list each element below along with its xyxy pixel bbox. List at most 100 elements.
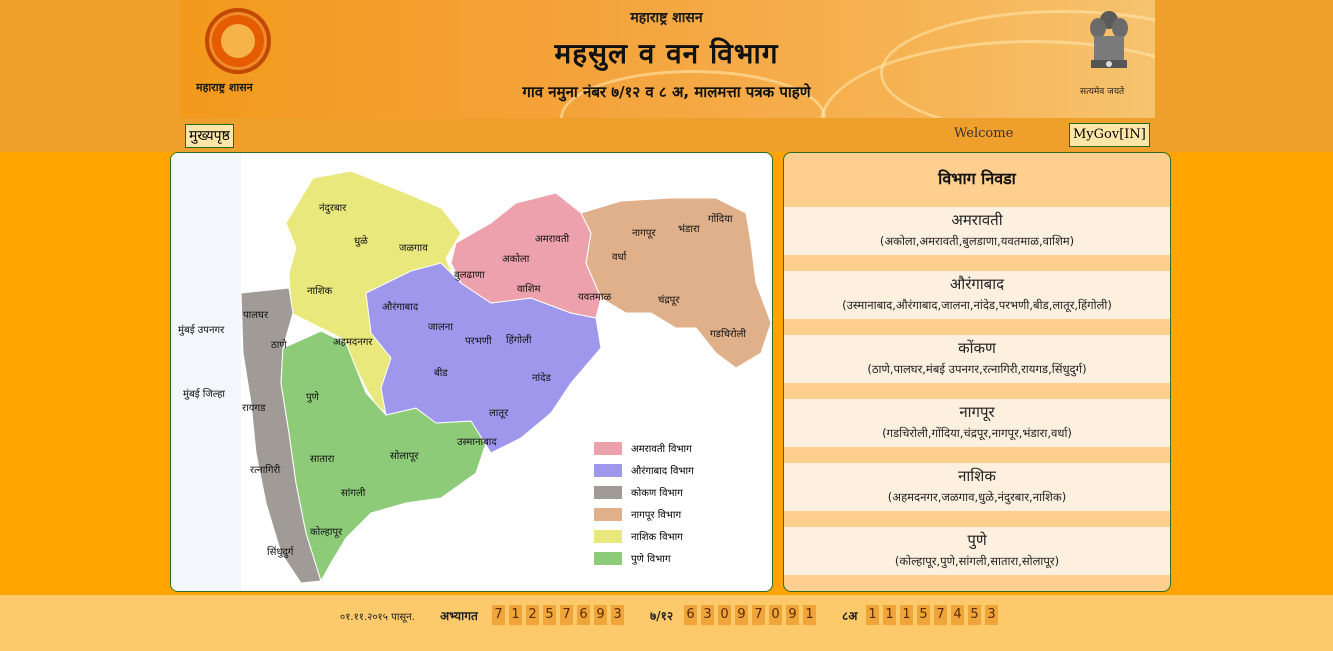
label-aurangabad: औरंगाबाद xyxy=(382,301,419,313)
label-amravati: अमरावती xyxy=(535,233,570,245)
label-palghar: पालघर xyxy=(243,310,269,321)
division-name[interactable]: अमरावती xyxy=(784,210,1170,230)
label-solapur: सोलापूर xyxy=(390,450,419,462)
8a-label: ८अ xyxy=(842,609,858,623)
counter-digit: 1 xyxy=(900,605,913,625)
label-latur: लातूर xyxy=(489,408,509,419)
label-raigad: रायगड xyxy=(242,403,266,414)
label-ahmednagar: अहमदनगर xyxy=(333,337,373,348)
mygov-link[interactable]: MyGov[IN] xyxy=(1069,123,1150,147)
counter-digit: 6 xyxy=(684,605,697,625)
division-name[interactable]: कोंकण xyxy=(784,338,1170,358)
label-washim: वाशिम xyxy=(517,283,542,295)
division-item-aurangabad[interactable]: औरंगाबाद (उस्मानाबाद,औरंगाबाद,जालना,नांद… xyxy=(784,271,1170,319)
label-chandrapur: चंद्रपूर xyxy=(658,294,680,306)
label-hingoli: हिंगोली xyxy=(506,334,532,346)
legend-label-nagpur: नागपूर विभाग xyxy=(631,509,681,521)
visitors-counter: 7 1 2 5 7 6 9 3 xyxy=(492,605,628,625)
home-link[interactable]: मुख्यपृष्ठ xyxy=(185,124,234,148)
label-gadchiroli: गडचिरोली xyxy=(710,328,746,340)
label-jalgaon: जळगाव xyxy=(399,243,428,254)
page-subtitle: गाव नमुना नंबर ७/१२ व ८ अ, मालमत्ता पत्र… xyxy=(522,83,811,101)
counter-digit: 3 xyxy=(701,605,714,625)
counter-digit: 7 xyxy=(492,605,505,625)
label-jalna: जालना xyxy=(428,322,453,333)
legend-swatch-konkan xyxy=(594,486,622,499)
legend-label-nashik: नाशिक विभाग xyxy=(631,531,683,543)
region-nagpur-division xyxy=(580,197,772,369)
counter-digit: 9 xyxy=(594,605,607,625)
legend-label-pune: पुणे विभाग xyxy=(631,553,671,565)
legend-label-amravati: अमरावती विभाग xyxy=(631,443,692,455)
legend-swatch-aurangabad xyxy=(594,464,622,477)
label-akola: अकोला xyxy=(502,253,530,265)
label-yavatmal: यवतमाळ xyxy=(578,292,612,303)
legend-label-aurangabad: औरंगाबाद विभाग xyxy=(631,465,694,477)
counter-digit: 3 xyxy=(985,605,998,625)
division-item-nashik[interactable]: नाशिक (अहमदनगर,जळगाव,धुळे,नंदुरबार,नाशिक… xyxy=(784,463,1170,511)
counter-digit: 1 xyxy=(883,605,896,625)
counter-digit: 0 xyxy=(769,605,782,625)
label-nashik: नाशिक xyxy=(307,285,333,297)
label-beed: बीड xyxy=(434,367,448,379)
counter-digit: 7 xyxy=(560,605,573,625)
counter-digit: 1 xyxy=(803,605,816,625)
page-title: महसुल व वन विभाग xyxy=(554,37,779,70)
label-mumbai-city: मुंबई जिल्हा xyxy=(183,388,225,400)
label-buldhana: बुलढाणा xyxy=(454,270,485,281)
counter-digit: 6 xyxy=(577,605,590,625)
division-item-amravati[interactable]: अमरावती (अकोला,अमरावती,बुलडाणा,यवतमाळ,वा… xyxy=(784,207,1170,255)
712-label: ७/१२ xyxy=(650,609,674,623)
division-heading: विभाग निवडा xyxy=(938,169,1016,188)
legend-swatch-nashik xyxy=(594,530,622,543)
counter-digit: 5 xyxy=(917,605,930,625)
counter-digit: 7 xyxy=(934,605,947,625)
division-districts: (गडचिरोली,गोंदिया,चंद्रपूर,नागपूर,भंडारा… xyxy=(882,426,1072,440)
counter-digit: 3 xyxy=(611,605,624,625)
division-districts: (अहमदनगर,जळगाव,धुळे,नंदुरबार,नाशिक) xyxy=(887,490,1067,504)
label-nandurbar: नंदुरबार xyxy=(319,202,347,214)
division-districts: (उस्मानाबाद,औरंगाबाद,जालना,नांदेड,परभणी,… xyxy=(842,298,1112,312)
label-ratnagiri: रत्नागिरी xyxy=(250,464,281,476)
label-thane: ठाणे xyxy=(271,339,287,351)
label-kolhapur: कोल्हापूर xyxy=(310,526,343,538)
counter-digit: 5 xyxy=(543,605,556,625)
division-item-nagpur[interactable]: नागपूर (गडचिरोली,गोंदिया,चंद्रपूर,नागपूर… xyxy=(784,399,1170,447)
label-pune: पुणे xyxy=(306,391,320,403)
map-legend: अमरावती विभाग औरंगाबाद विभाग कोकण विभाग … xyxy=(594,442,694,565)
legend-label-konkan: कोकण विभाग xyxy=(631,487,683,499)
counter-digit: 9 xyxy=(786,605,799,625)
counter-digit: 4 xyxy=(951,605,964,625)
label-bhandara: भंडारा xyxy=(678,223,700,235)
label-sangli: सांगली xyxy=(341,487,366,499)
division-name[interactable]: नाशिक xyxy=(784,466,1170,486)
division-districts: (अकोला,अमरावती,बुलडाणा,यवतमाळ,वाशिम) xyxy=(879,234,1075,248)
counter-digit: 1 xyxy=(866,605,879,625)
counter-digit: 5 xyxy=(968,605,981,625)
label-mumbai-suburban: मुंबई उपनगर xyxy=(178,324,225,336)
label-parbhani: परभणी xyxy=(465,335,492,347)
division-name[interactable]: औरंगाबाद xyxy=(784,274,1170,294)
counter-digit: 1 xyxy=(509,605,522,625)
counter-digit: 2 xyxy=(526,605,539,625)
label-sindhudurg: सिंधुदुर्ग xyxy=(267,546,294,558)
counter-since-date: ०१.११.२०१५ पासून. xyxy=(340,612,415,623)
division-name[interactable]: पुणे xyxy=(784,530,1170,550)
division-item-pune[interactable]: पुणे (कोल्हापूर,पुणे,सांगली,सातारा,सोलाप… xyxy=(784,527,1170,575)
label-gondia: गोंदिया xyxy=(708,213,733,225)
legend-swatch-nagpur xyxy=(594,508,622,521)
label-nagpur: नागपूर xyxy=(632,228,656,239)
division-name[interactable]: नागपूर xyxy=(784,402,1170,422)
label-osmanabad: उस्मानाबाद xyxy=(457,437,497,448)
division-item-konkan[interactable]: कोंकण (ठाणे,पालघर,मंबई उपनगर,रत्नागिरी,र… xyxy=(784,335,1170,383)
legend-swatch-pune xyxy=(594,552,622,565)
8a-counter: 1 1 1 5 7 4 5 3 xyxy=(866,605,1002,625)
counter-digit: 0 xyxy=(718,605,731,625)
division-districts: (ठाणे,पालघर,मंबई उपनगर,रत्नागिरी,रायगड,स… xyxy=(867,362,1087,376)
label-satara: सातारा xyxy=(310,454,335,465)
division-selector: विभाग निवडा अमरावती (अकोला,अमरावती,बुलडा… xyxy=(783,152,1171,592)
counter-digit: 7 xyxy=(752,605,765,625)
counter-digit: 9 xyxy=(735,605,748,625)
maharashtra-map[interactable]: नंदुरबार धुळे जळगाव नाशिक अहमदनगर पालघर … xyxy=(170,152,773,592)
label-nanded: नांदेड xyxy=(532,372,551,384)
